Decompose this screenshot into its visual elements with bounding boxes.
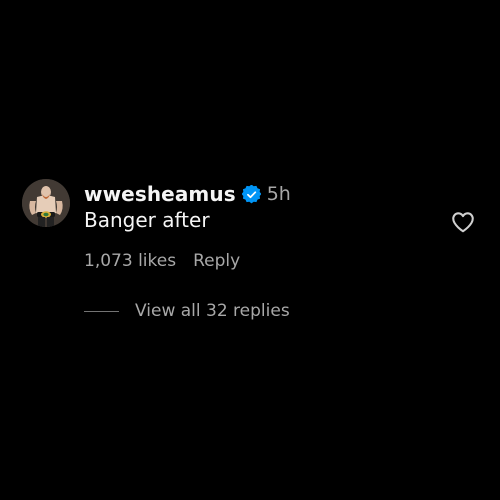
comment: wwesheamus 5h Banger after 1,073 likes R… bbox=[0, 0, 500, 500]
avatar[interactable] bbox=[22, 179, 70, 227]
username[interactable]: wwesheamus bbox=[84, 182, 236, 206]
comment-timestamp: 5h bbox=[266, 183, 291, 205]
comment-text: Banger after bbox=[84, 208, 210, 232]
view-replies-label: View all 32 replies bbox=[135, 301, 290, 321]
avatar-image bbox=[22, 179, 70, 227]
likes-count[interactable]: 1,073 likes bbox=[84, 251, 176, 271]
comment-meta: 1,073 likes Reply bbox=[84, 251, 240, 271]
reply-button[interactable]: Reply bbox=[193, 251, 240, 271]
verified-badge-icon bbox=[241, 184, 262, 204]
view-replies-button[interactable]: View all 32 replies bbox=[84, 301, 290, 321]
replies-divider bbox=[84, 310, 119, 312]
comment-header: wwesheamus 5h bbox=[84, 180, 291, 208]
heart-outline-icon[interactable] bbox=[450, 209, 476, 235]
